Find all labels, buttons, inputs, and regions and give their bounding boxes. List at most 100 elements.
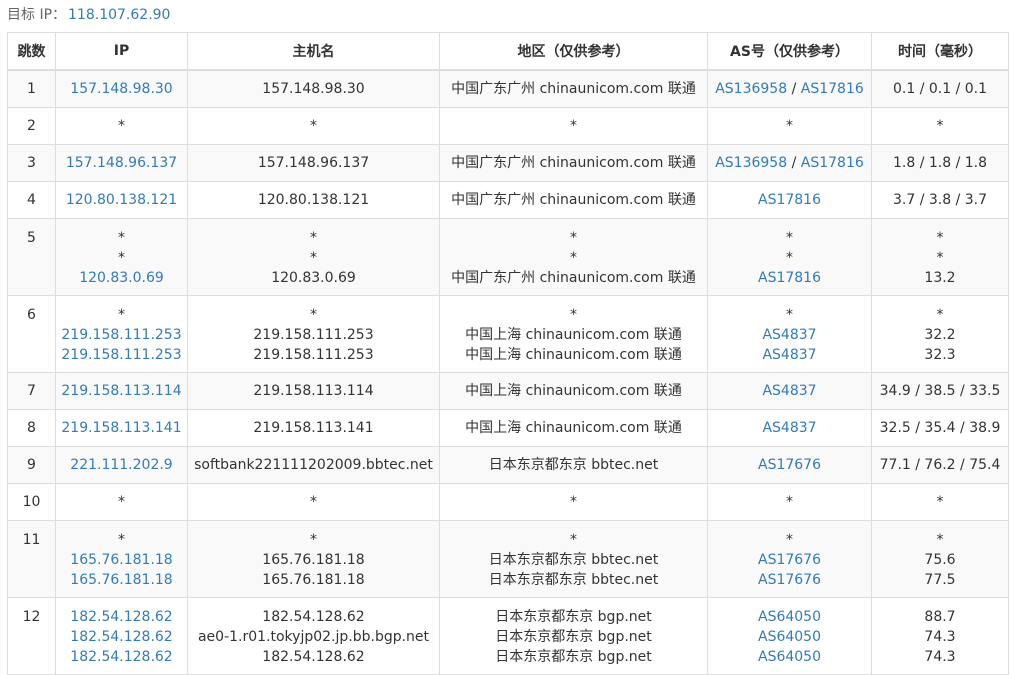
- as-cell: AS4837: [707, 371, 872, 410]
- table-row: 11 * 165.76.181.18 165.76.181.18 * 165.76.181…: [7, 519, 1009, 598]
- hop-cell: 1: [7, 69, 56, 108]
- ip-link[interactable]: 182.54.128.62: [56, 627, 187, 647]
- time-cell: * 75.6 77.5: [871, 519, 1009, 598]
- time-cell: 3.7 / 3.8 / 3.7: [871, 180, 1009, 219]
- ip-empty: *: [118, 117, 125, 134]
- ip-link[interactable]: 219.158.111.253: [56, 325, 187, 345]
- as-link[interactable]: AS4837: [762, 347, 816, 363]
- as-link[interactable]: AS17676: [758, 457, 821, 473]
- hostname-text: 219.158.113.141: [253, 419, 374, 436]
- time-cell: 1.8 / 1.8 / 1.8: [871, 143, 1009, 182]
- hostname-text: 219.158.113.114: [253, 382, 374, 399]
- as-line: AS17816: [708, 190, 871, 210]
- as-link[interactable]: AS64050: [758, 609, 821, 625]
- as-line: AS64050: [708, 647, 871, 667]
- ip-link[interactable]: 221.111.202.9: [56, 455, 187, 475]
- region-text: 中国广东广州 chinaunicom.com 联通: [451, 80, 696, 97]
- time-text: 77.1 / 76.2 / 75.4: [879, 456, 1001, 473]
- table-row: 6 * 219.158.111.253 219.158.111.253 * 219.158…: [7, 294, 1009, 373]
- ip-cell: 120.80.138.121: [55, 180, 188, 219]
- hostname-text: *: [310, 531, 317, 548]
- ip-empty: *: [118, 249, 125, 266]
- as-line: *: [708, 228, 871, 248]
- table-header-row: 跳数 IP 主机名 地区（仅供参考） AS号（仅供参考） 时间（毫秒）: [7, 32, 1009, 71]
- hostname-cell: 157.148.96.137: [187, 143, 440, 182]
- as-line: AS4837: [708, 345, 871, 365]
- time-text: 3.7 / 3.8 / 3.7: [892, 191, 988, 208]
- hop-cell: 9: [7, 445, 56, 484]
- as-cell: AS136958 / AS17816: [707, 143, 872, 182]
- region-text: 中国广东广州 chinaunicom.com 联通: [451, 154, 696, 171]
- as-link[interactable]: AS4837: [762, 383, 816, 399]
- hostname-text: 182.54.128.62: [262, 608, 365, 625]
- hostname-cell: 182.54.128.62 ae0-1.r01.tokyjp02.jp.bb.bg…: [187, 596, 440, 675]
- ip-cell: 157.148.96.137: [55, 143, 188, 182]
- hop-cell: 12: [7, 596, 56, 675]
- target-ip-line: 目标 IP： 118.107.62.90: [7, 6, 170, 24]
- hostname-text: 157.148.98.30: [262, 80, 365, 97]
- ip-cell: 219.158.113.141: [55, 408, 188, 447]
- hop-cell: 2: [7, 106, 56, 145]
- region-text: *: [570, 117, 577, 134]
- region-text: *: [570, 493, 577, 510]
- as-link[interactable]: AS64050: [758, 649, 821, 665]
- hostname-cell: 120.80.138.121: [187, 180, 440, 219]
- ip-link[interactable]: 120.80.138.121: [56, 190, 187, 210]
- as-cell: * AS17676 AS17676: [707, 519, 872, 598]
- time-cell: * * 13.2: [871, 217, 1009, 296]
- ip-link[interactable]: 219.158.113.114: [56, 381, 187, 401]
- ip-link[interactable]: 165.76.181.18: [56, 570, 187, 590]
- ip-link[interactable]: 182.54.128.62: [56, 607, 187, 627]
- as-link[interactable]: AS17816: [758, 192, 821, 208]
- as-link[interactable]: AS136958: [715, 81, 787, 97]
- as-link[interactable]: AS64050: [758, 629, 821, 645]
- time-text: *: [936, 117, 944, 134]
- col-header-as: AS号（仅供参考）: [707, 32, 872, 71]
- ip-link[interactable]: 219.158.111.253: [56, 345, 187, 365]
- region-cell: * * 中国广东广州 chinaunicom.com 联通: [439, 217, 708, 296]
- time-text: 74.3: [924, 628, 956, 645]
- as-cell: AS4837: [707, 408, 872, 447]
- ip-link[interactable]: 120.83.0.69: [56, 268, 187, 288]
- ip-link[interactable]: 165.76.181.18: [56, 550, 187, 570]
- as-link[interactable]: AS136958: [715, 155, 787, 171]
- time-text: 75.6: [924, 551, 956, 568]
- time-text: 74.3: [924, 648, 956, 665]
- region-text: *: [570, 249, 577, 266]
- ip-cell: 157.148.98.30: [55, 69, 188, 108]
- hostname-cell: * 165.76.181.18 165.76.181.18: [187, 519, 440, 598]
- ip-link[interactable]: 182.54.128.62: [56, 647, 187, 667]
- hop-number: 11: [22, 531, 41, 548]
- region-text: 中国上海 chinaunicom.com 联通: [465, 346, 682, 363]
- hop-cell: 6: [7, 294, 56, 373]
- region-cell: 中国上海 chinaunicom.com 联通: [439, 408, 708, 447]
- region-text: *: [570, 229, 577, 246]
- as-link[interactable]: AS17676: [758, 552, 821, 568]
- ip-cell: 221.111.202.9: [55, 445, 188, 484]
- region-text: 中国上海 chinaunicom.com 联通: [465, 419, 682, 436]
- ip-link[interactable]: 219.158.113.141: [56, 418, 187, 438]
- time-cell: 32.5 / 35.4 / 38.9: [871, 408, 1009, 447]
- as-link[interactable]: AS17676: [758, 572, 821, 588]
- region-text: *: [570, 531, 577, 548]
- as-link[interactable]: AS17816: [801, 155, 864, 171]
- as-link[interactable]: AS4837: [762, 327, 816, 343]
- as-link[interactable]: AS4837: [762, 420, 816, 436]
- as-link[interactable]: AS17816: [801, 81, 864, 97]
- col-header-hop: 跳数: [7, 32, 56, 71]
- as-line: AS136958 / AS17816: [708, 79, 871, 99]
- as-cell: AS136958 / AS17816: [707, 69, 872, 108]
- time-text: 13.2: [924, 269, 956, 286]
- ip-link[interactable]: 157.148.98.30: [56, 79, 187, 99]
- as-line: *: [708, 530, 871, 550]
- hostname-text: 165.76.181.18: [262, 571, 365, 588]
- target-ip-value[interactable]: 118.107.62.90: [68, 7, 170, 23]
- as-cell: AS17816: [707, 180, 872, 219]
- ip-link[interactable]: 157.148.96.137: [56, 153, 187, 173]
- as-link[interactable]: AS17816: [758, 270, 821, 286]
- hop-number: 6: [27, 306, 36, 323]
- time-text: 77.5: [924, 571, 956, 588]
- hop-number: 5: [27, 229, 36, 246]
- region-text: 日本东京都东京 bbtec.net: [488, 456, 659, 473]
- hostname-cell: * 219.158.111.253 219.158.111.253: [187, 294, 440, 373]
